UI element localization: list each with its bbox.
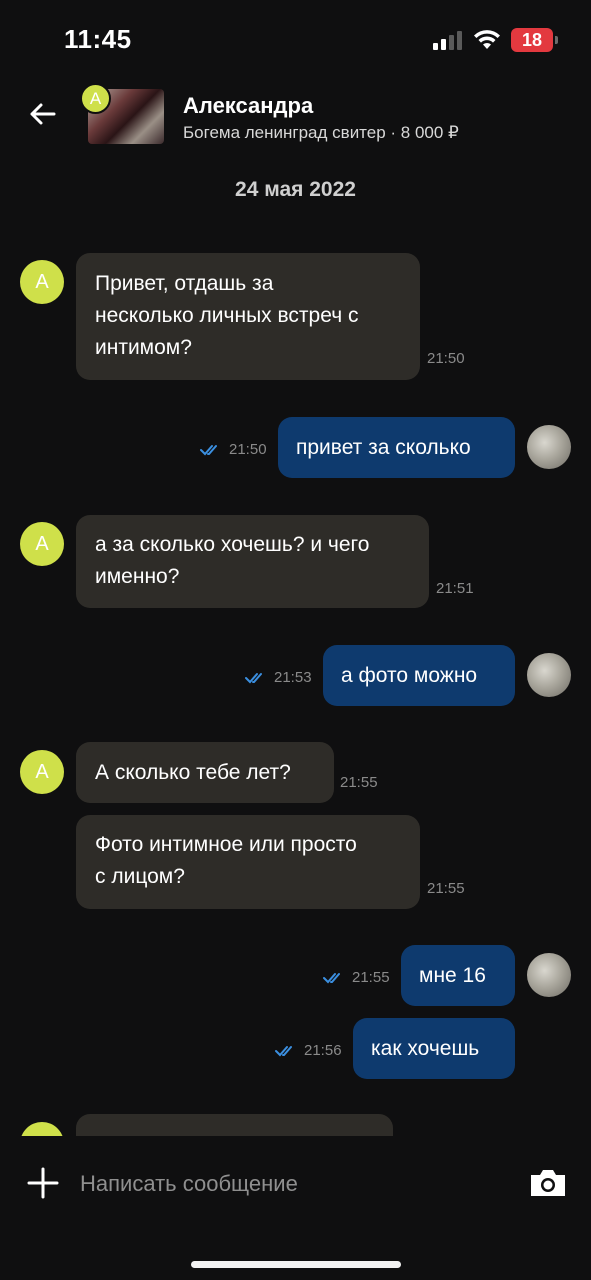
sender-avatar[interactable]: А [20, 260, 64, 304]
status-bar: 11:45 18 [0, 0, 591, 80]
sender-avatar[interactable]: А [20, 522, 64, 566]
incoming-message[interactable]: А сколько тебе лет? 21:55 [76, 742, 378, 803]
outgoing-message[interactable]: привет за сколько [278, 417, 515, 478]
chat-header: А Александра Богема ленинград свитер · 8… [0, 80, 591, 160]
battery-indicator: 18 [511, 28, 558, 52]
status-time: 11:45 [64, 24, 132, 54]
status-icons: 18 [433, 28, 558, 52]
arrow-left-icon [30, 103, 56, 125]
message-time: 21:51 [436, 580, 474, 597]
message-text: а фото можно [341, 664, 478, 687]
message-time: 21:56 [304, 1042, 342, 1059]
read-ticks-icon [323, 973, 340, 984]
message-text: Привет, отдашь за несколько личных встре… [95, 272, 359, 359]
contact-name[interactable]: Александра [183, 93, 313, 119]
wifi-icon [474, 30, 500, 49]
my-avatar[interactable] [527, 953, 571, 997]
sender-avatar[interactable]: А [20, 750, 64, 794]
message-time: 21:53 [274, 669, 312, 686]
outgoing-message[interactable]: как хочешь [353, 1018, 515, 1079]
message-text: Фото интимное или просто с лицом? [95, 833, 357, 888]
home-indicator[interactable] [191, 1261, 401, 1268]
message-input[interactable] [80, 1162, 500, 1206]
message-composer [0, 1136, 591, 1236]
read-ticks-icon [245, 673, 262, 684]
contact-avatar[interactable]: А [80, 83, 111, 114]
message-time: 21:55 [340, 774, 378, 791]
incoming-message[interactable]: Привет, отдашь за несколько личных встре… [76, 253, 465, 380]
back-button[interactable] [22, 94, 62, 134]
read-ticks-icon [275, 1046, 292, 1057]
my-avatar[interactable] [527, 425, 571, 469]
message-text: привет за сколько [296, 436, 471, 459]
message-time: 21:50 [229, 441, 267, 458]
signal-icon [433, 31, 462, 50]
message-text: а за сколько хочешь? и чего именно? [95, 533, 370, 588]
outgoing-message[interactable]: мне 16 [401, 945, 515, 1006]
incoming-message[interactable]: а за сколько хочешь? и чего именно? 21:5… [76, 515, 474, 608]
message-text: как хочешь [371, 1037, 480, 1060]
chat-area[interactable]: 24 мая 2022 А Привет, отдашь за нескольк… [0, 160, 591, 1136]
message-time: 21:55 [427, 880, 465, 897]
my-avatar[interactable] [527, 653, 571, 697]
message-time: 21:55 [352, 969, 390, 986]
camera-icon[interactable] [528, 1166, 568, 1200]
message-time: 21:50 [427, 350, 465, 367]
sender-avatar[interactable] [20, 1122, 64, 1136]
plus-icon[interactable] [26, 1166, 60, 1200]
date-separator: 24 мая 2022 [235, 178, 356, 201]
message-text: мне 16 [419, 964, 486, 987]
message-text: А сколько тебе лет? [95, 761, 291, 784]
incoming-message[interactable]: Фото интимное или просто с лицом? 21:55 [76, 815, 465, 909]
incoming-message[interactable] [76, 1114, 393, 1136]
outgoing-message[interactable]: а фото можно [323, 645, 515, 706]
read-ticks-icon [200, 445, 217, 456]
listing-title[interactable]: Богема ленинград свитер · 8 000 ₽ [183, 123, 459, 143]
